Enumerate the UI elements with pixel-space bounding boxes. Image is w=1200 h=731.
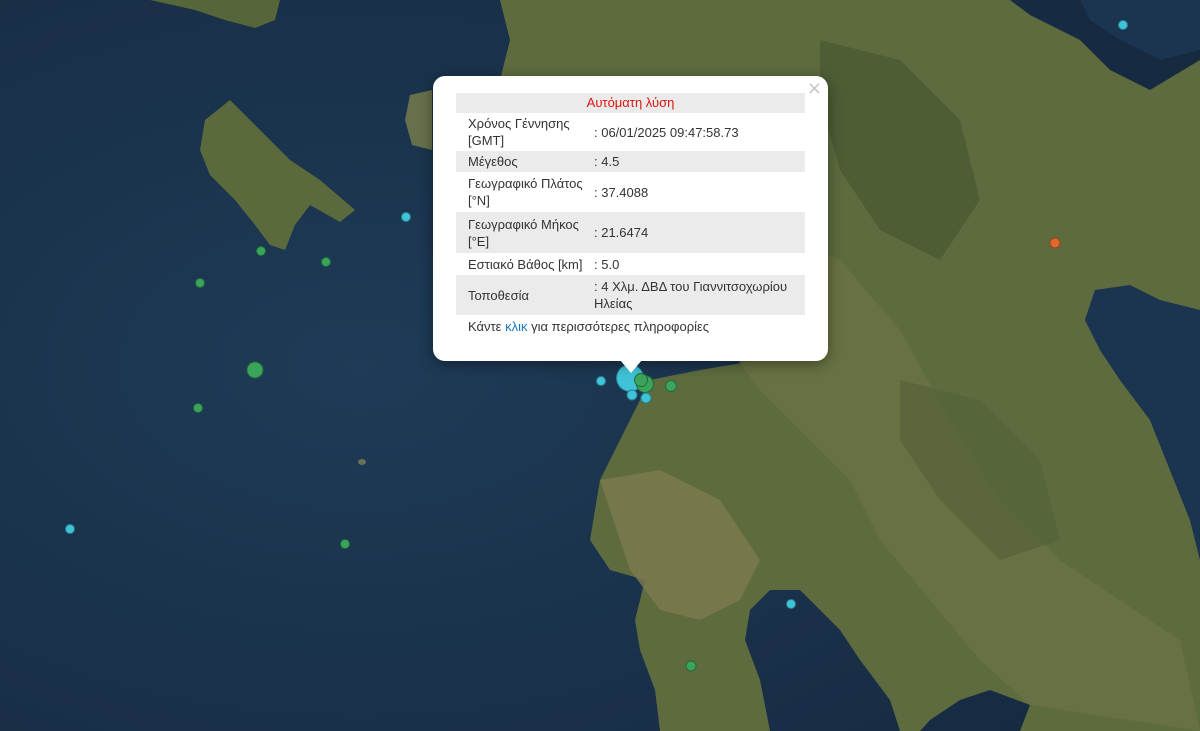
quake-marker[interactable]	[401, 212, 411, 222]
quake-marker[interactable]	[685, 660, 697, 672]
quake-marker[interactable]	[65, 524, 75, 534]
quake-marker[interactable]	[634, 373, 648, 387]
solution-type-header: Αυτόματη λύση	[456, 93, 805, 113]
more-suffix: για περισσότερες πληροφορίες	[527, 319, 710, 334]
quake-marker[interactable]	[1049, 237, 1061, 249]
info-table: Χρόνος Γέννησης [GMT] : 06/01/2025 09:47…	[456, 113, 805, 315]
quake-marker[interactable]	[340, 539, 350, 549]
more-prefix: Κάντε	[468, 319, 506, 334]
more-info-line: Κάντε κλικ για περισσότερες πληροφορίες	[456, 315, 805, 334]
table-row: Χρόνος Γέννησης [GMT] : 06/01/2025 09:47…	[456, 113, 805, 151]
row-label: Γεωγραφικό Μήκος [°E]	[468, 216, 579, 249]
quake-marker[interactable]	[786, 599, 796, 609]
quake-marker[interactable]	[665, 380, 677, 392]
quake-marker[interactable]	[246, 361, 264, 379]
quake-marker[interactable]	[1118, 20, 1128, 30]
row-label: Γεωγραφικό Πλάτος [°N]	[468, 176, 583, 208]
row-label: Χρόνος Γέννησης [GMT]	[468, 116, 570, 148]
row-value: : 21.6474	[594, 225, 649, 240]
row-value: : 4.5	[594, 154, 620, 169]
quake-marker[interactable]	[193, 403, 203, 413]
row-value: : 06/01/2025 09:47:58.73	[594, 124, 739, 140]
row-label: Εστιακό Βάθος [km]	[468, 256, 583, 272]
table-row: Μέγεθος : 4.5	[456, 151, 805, 172]
row-value: : 37.4088	[594, 184, 649, 200]
row-value: : 5.0	[594, 256, 620, 272]
quake-marker[interactable]	[256, 246, 266, 256]
earthquake-info-popup: × Αυτόματη λύση Χρόνος Γέννησης [GMT] : …	[433, 76, 828, 361]
table-row: Γεωγραφικό Μήκος [°E] : 21.6474	[456, 212, 805, 253]
table-row: Τοποθεσία : 4 Χλμ. ΔΒΔ του Γιαννιτσοχωρί…	[456, 275, 805, 315]
table-row: Γεωγραφικό Πλάτος [°N] : 37.4088	[456, 172, 805, 212]
quake-marker[interactable]	[640, 392, 652, 404]
popup-content: Αυτόματη λύση Χρόνος Γέννησης [GMT] : 06…	[456, 93, 805, 334]
quake-marker[interactable]	[596, 376, 606, 386]
table-row: Εστιακό Βάθος [km] : 5.0	[456, 253, 805, 275]
row-label: Τοποθεσία	[468, 287, 530, 303]
quake-marker[interactable]	[626, 389, 638, 401]
satellite-map[interactable]: × Αυτόματη λύση Χρόνος Γέννησης [GMT] : …	[0, 0, 1200, 731]
row-label: Μέγεθος	[468, 154, 518, 169]
quake-marker[interactable]	[321, 257, 331, 267]
popup-tip	[620, 360, 642, 373]
quake-marker[interactable]	[195, 278, 205, 288]
close-icon[interactable]: ×	[807, 80, 822, 98]
row-value: : 4 Χλμ. ΔΒΔ του Γιαννιτσοχωρίου Ηλείας	[594, 279, 788, 311]
more-info-link[interactable]: κλικ	[505, 319, 527, 334]
